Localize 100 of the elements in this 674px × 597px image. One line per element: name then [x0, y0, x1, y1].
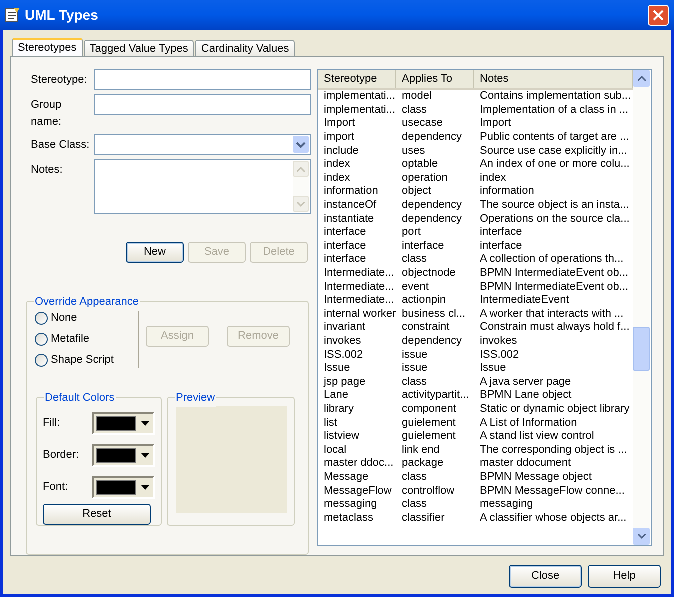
table-cell-text: model: [401, 90, 433, 104]
tab[interactable]: Tagged Value Types: [84, 40, 194, 56]
table-cell-text: usecase: [401, 117, 444, 130]
table-cell-text: optable: [401, 158, 440, 172]
table-cell-text: Public contents of target are ...: [479, 131, 630, 144]
table-cell-text: class: [401, 376, 428, 389]
color-picker[interactable]: [92, 476, 155, 498]
radio-option[interactable]: Shape Script: [35, 353, 138, 367]
base-class-dropdown[interactable]: [94, 134, 311, 155]
table-cell-text: dependency: [401, 212, 463, 226]
table-cell-text: business cl...: [401, 308, 467, 321]
table-cell-text: IntermediateEvent: [479, 294, 570, 308]
field-label: Notes:: [31, 163, 64, 178]
table-cell-text: Intermediate...: [323, 294, 396, 308]
table-cell-text: import: [323, 131, 356, 144]
table-cell-text: link end: [401, 444, 441, 457]
arrow-down-icon: [297, 202, 305, 206]
table-cell-text: Import: [479, 117, 512, 130]
scrollbar[interactable]: [633, 70, 650, 545]
table-cell-text: BPMN IntermediateEvent ob...: [479, 267, 630, 280]
app-icon: [5, 7, 21, 23]
close-icon: [653, 10, 664, 20]
table-cell-text: Intermediate...: [323, 267, 396, 280]
table-cell-text: library: [323, 402, 355, 416]
table-cell-text: The corresponding object is ...: [479, 444, 628, 457]
scrollbar[interactable]: [293, 161, 309, 212]
radio-button[interactable]: [35, 312, 48, 324]
color-picker[interactable]: [92, 444, 155, 466]
table-cell-text: Import: [323, 117, 356, 130]
table-cell-text: class: [401, 498, 428, 512]
table-cell-text: interface: [323, 240, 368, 253]
dialog-button[interactable]: Close: [509, 565, 582, 588]
table-cell-text: classifier: [401, 512, 446, 525]
table-cell-text: Lane: [323, 389, 350, 402]
table-cell-text: Issue: [323, 362, 352, 376]
tab[interactable]: Cardinality Values: [195, 40, 296, 56]
table-cell-text: BPMN MessageFlow conne...: [479, 484, 626, 498]
caret-down-icon: [141, 452, 150, 458]
table-cell-text: interface: [401, 240, 446, 253]
table-cell-text: include: [323, 144, 360, 158]
column-header[interactable]: Stereotype: [318, 70, 396, 88]
table-cell-text: object: [401, 185, 432, 198]
table-cell-text: event: [401, 280, 430, 294]
arrow-up-icon: [297, 166, 305, 172]
table-cell-text: operation: [401, 172, 449, 185]
table-cell-text: Operations on the source cla...: [479, 212, 631, 226]
table-cell-text: objectnode: [401, 267, 457, 280]
table-cell-text: package: [401, 457, 445, 470]
table-cell-text: interface: [479, 226, 524, 240]
arrow-down-icon: [638, 534, 646, 539]
action-button[interactable]: New: [126, 242, 184, 263]
text-field[interactable]: [94, 69, 311, 90]
table-cell-text: ISS.002: [323, 348, 364, 362]
table-cell-text: implementati...: [323, 104, 396, 117]
table-cell-text: issue: [401, 362, 429, 376]
color-picker[interactable]: [92, 412, 155, 434]
dialog-button[interactable]: Help: [588, 565, 661, 588]
column-header[interactable]: Applies To: [396, 70, 474, 88]
table-cell-text: class: [401, 253, 428, 266]
table-cell-text: BPMN IntermediateEvent ob...: [479, 280, 630, 294]
radio-option[interactable]: None: [35, 311, 138, 325]
table-cell-text: implementati...: [323, 90, 396, 104]
table-cell-text: activitypartit...: [401, 389, 470, 402]
table-cell-text: BPMN Message object: [479, 470, 593, 484]
table-cell-text: interface: [323, 226, 368, 240]
field-label: Base Class:: [31, 138, 91, 153]
table-cell-text: Constrain must always hold f...: [479, 321, 631, 334]
group-title: Preview: [175, 390, 216, 406]
table-cell-text: invokes: [479, 334, 518, 348]
reset-button[interactable]: Reset: [43, 504, 151, 525]
table-cell-text: messaging: [323, 498, 378, 512]
table-cell-text: invokes: [323, 334, 362, 348]
table-cell-text: ISS.002: [479, 348, 520, 362]
caret-down-icon: [141, 484, 150, 490]
table-cell-text: metaclass: [323, 512, 375, 525]
close-button[interactable]: [648, 4, 669, 26]
table-cell-text: Intermediate...: [323, 280, 396, 294]
tab[interactable]: Stereotypes: [12, 38, 83, 56]
scroll-thumb[interactable]: [633, 327, 650, 371]
table-cell-text: A stand list view control: [479, 430, 596, 444]
table-cell-text: Static or dynamic object library: [479, 402, 631, 416]
text-field[interactable]: [94, 94, 311, 115]
table-cell-text: listview: [323, 430, 360, 444]
radio-button[interactable]: [35, 354, 48, 366]
color-label: Border:: [43, 448, 80, 463]
table-cell-text: dependency: [401, 131, 463, 144]
radio-option[interactable]: Metafile: [35, 332, 138, 346]
table-cell-text: MessageFlow: [323, 484, 393, 498]
table-cell-text: Contains implementation sub...: [479, 90, 632, 104]
table-cell-text: interface: [323, 253, 368, 266]
table-cell-text: internal worker: [323, 308, 396, 321]
table-cell-text: Source use case explicitly in...: [479, 144, 628, 158]
table-cell-text: information: [323, 185, 380, 198]
notes-field[interactable]: [94, 159, 311, 214]
radio-button[interactable]: [35, 332, 48, 346]
field-label: Group name:: [31, 98, 63, 130]
group-title: Override Appearance: [34, 294, 140, 310]
table-cell-text: guielement: [401, 416, 457, 430]
table-cell-text: A collection of operations th...: [479, 253, 625, 266]
table-cell-text: A java server page: [479, 376, 572, 389]
